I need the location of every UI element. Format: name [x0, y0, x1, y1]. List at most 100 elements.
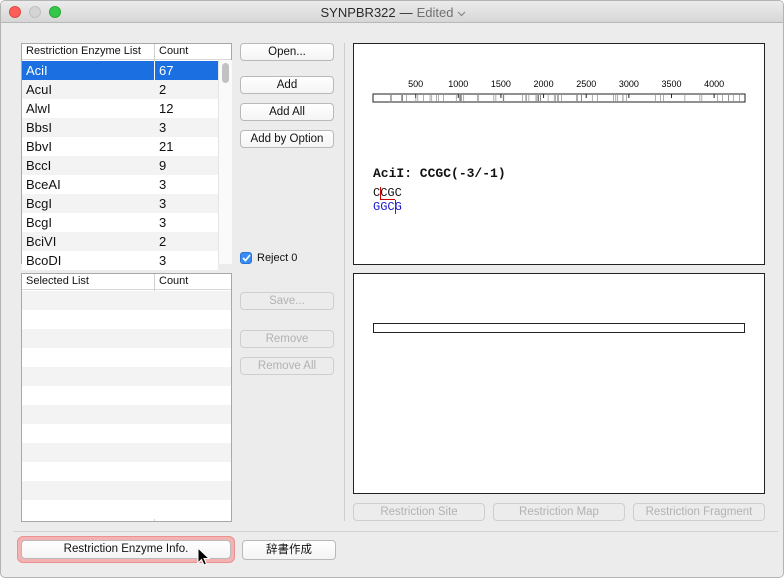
empty-row	[22, 424, 231, 443]
selected-list-header: Selected List Count	[22, 274, 231, 290]
enzyme-count: 12	[159, 101, 174, 116]
row-divider	[154, 61, 155, 80]
reject-checkbox[interactable]	[240, 252, 252, 264]
column-header-count[interactable]: Count	[159, 45, 188, 57]
window-title: SYNPBR322— Edited	[1, 5, 783, 20]
tick-label: 3500	[661, 79, 681, 89]
enzyme-list-header: Restriction Enzyme List Count	[22, 44, 231, 60]
enzyme-count: 3	[159, 120, 167, 135]
tick-label: 2000	[534, 79, 554, 89]
tick-label: 3000	[619, 79, 639, 89]
list-item[interactable]: BccI 9	[22, 156, 218, 175]
enzyme-count: 67	[159, 63, 174, 78]
enzyme-name: BcgI	[26, 215, 53, 230]
enzyme-name: AlwI	[26, 101, 51, 116]
empty-row	[22, 462, 231, 481]
selected-list-table: Selected List Count	[21, 273, 232, 522]
add-by-option-button[interactable]: Add by Option	[240, 130, 334, 148]
mouse-cursor-icon	[197, 547, 211, 566]
title-separator: —	[399, 5, 413, 20]
enzyme-name: BccI	[26, 158, 52, 173]
restriction-map-panel: 500 1000 1500 2000 2500 3000 3500 4000 AciI: CC…	[353, 43, 765, 265]
empty-row	[22, 500, 231, 519]
tick-label: 4000	[704, 79, 724, 89]
empty-row	[22, 310, 231, 329]
save-button[interactable]: Save...	[240, 292, 334, 310]
list-item[interactable]: BcoDI 3	[22, 251, 218, 270]
empty-row	[22, 443, 231, 462]
enzyme-count: 3	[159, 253, 167, 268]
app-window: SYNPBR322— Edited Restriction Enzyme List…	[0, 0, 784, 578]
sequence-bar	[372, 93, 746, 103]
enzyme-name: AciI	[26, 63, 48, 78]
enzyme-count: 3	[159, 177, 167, 192]
tick-label: 1000	[448, 79, 468, 89]
enzyme-count: 2	[159, 234, 167, 249]
list-item[interactable]: BcgI 3	[22, 194, 218, 213]
remove-all-button[interactable]: Remove All	[240, 357, 334, 375]
bottom-strand: GGCG	[373, 200, 402, 214]
enzyme-name: BceAI	[26, 177, 61, 192]
restriction-map-ruler: 500 1000 1500 2000 2500 3000 3500 4000	[372, 79, 746, 103]
cut-mark-bottom	[395, 200, 396, 214]
restriction-map-button[interactable]: Restriction Map	[493, 503, 625, 521]
enzyme-count: 3	[159, 196, 167, 211]
list-item[interactable]: AcuI 2	[22, 80, 218, 99]
remove-button[interactable]: Remove	[240, 330, 334, 348]
column-header-enzyme[interactable]: Restriction Enzyme List	[26, 45, 141, 57]
enzyme-name: BbsI	[26, 120, 53, 135]
column-header-selected-count[interactable]: Count	[159, 275, 188, 287]
enzyme-count: 21	[159, 139, 174, 154]
title-bar: SYNPBR322— Edited	[1, 1, 783, 23]
scrollbar-thumb[interactable]	[222, 63, 229, 83]
list-item[interactable]: AciI 67	[22, 61, 218, 80]
bottom-divider	[13, 531, 778, 532]
checkmark-icon	[241, 254, 251, 262]
chevron-down-icon[interactable]	[457, 11, 466, 17]
empty-row	[22, 329, 231, 348]
enzyme-list-table: Restriction Enzyme List Count AciI 67 AcuI…	[21, 43, 232, 270]
restriction-fragment-button[interactable]: Restriction Fragment	[633, 503, 765, 521]
add-button[interactable]: Add	[240, 76, 334, 94]
empty-row	[22, 386, 231, 405]
edited-status[interactable]: Edited	[417, 5, 454, 20]
enzyme-count: 3	[159, 215, 167, 230]
enzyme-name: AcuI	[26, 82, 53, 97]
empty-row	[22, 367, 231, 386]
enzyme-name: BcoDI	[26, 253, 62, 268]
open-button[interactable]: Open...	[240, 43, 334, 61]
list-item[interactable]: BcgI 3	[22, 213, 218, 232]
list-item[interactable]: BceAI 3	[22, 175, 218, 194]
add-all-button[interactable]: Add All	[240, 103, 334, 121]
reject-checkbox-group: Reject 0	[240, 251, 297, 265]
vertical-divider	[344, 43, 345, 521]
list-item[interactable]: BciVI 2	[22, 232, 218, 251]
empty-row	[22, 291, 231, 310]
column-header-selected[interactable]: Selected List	[26, 275, 89, 287]
tick-label: 2500	[576, 79, 596, 89]
list-item[interactable]: AlwI 12	[22, 99, 218, 118]
fragment-bar	[373, 323, 745, 333]
site-sequence: CCGC GGCG	[373, 186, 402, 214]
cut-mark-middle	[380, 199, 395, 200]
enzyme-name: BcgI	[26, 196, 53, 211]
scrollbar[interactable]	[218, 60, 232, 264]
tick-label: 1500	[491, 79, 511, 89]
fragment-panel	[353, 273, 765, 494]
tick-label: 500	[408, 79, 423, 89]
top-strand: CCGC	[373, 186, 402, 200]
empty-row	[22, 481, 231, 500]
enzyme-name: BciVI	[26, 234, 57, 249]
enzyme-count: 2	[159, 82, 167, 97]
dictionary-button[interactable]: 辞書作成	[242, 540, 336, 560]
list-item[interactable]: BbvI 21	[22, 137, 218, 156]
empty-row	[22, 405, 231, 424]
enzyme-count: 9	[159, 158, 167, 173]
reject-label[interactable]: Reject 0	[257, 252, 297, 264]
list-item[interactable]: BbsI 3	[22, 118, 218, 137]
document-name: SYNPBR322	[320, 5, 396, 20]
empty-row	[22, 348, 231, 367]
site-title: AciI: CCGC(-3/-1)	[373, 166, 506, 181]
enzyme-name: BbvI	[26, 139, 53, 154]
restriction-site-button[interactable]: Restriction Site	[353, 503, 485, 521]
